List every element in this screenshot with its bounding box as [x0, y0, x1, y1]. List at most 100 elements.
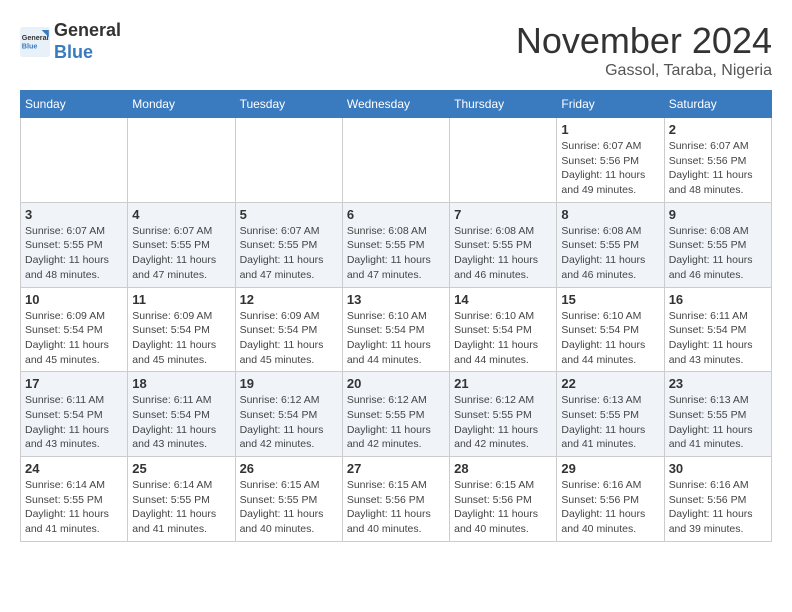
calendar-cell	[450, 118, 557, 203]
calendar-cell: 13 Sunrise: 6:10 AM Sunset: 5:54 PM Dayli…	[342, 287, 449, 372]
calendar-cell: 20 Sunrise: 6:12 AM Sunset: 5:55 PM Dayli…	[342, 372, 449, 457]
page-header: GeneralBlue General Blue November 2024 G…	[20, 20, 772, 80]
calendar-cell: 7 Sunrise: 6:08 AM Sunset: 5:55 PM Daylig…	[450, 202, 557, 287]
day-number: 9	[669, 207, 767, 222]
header-row: SundayMondayTuesdayWednesdayThursdayFrid…	[21, 91, 772, 118]
calendar-cell: 6 Sunrise: 6:08 AM Sunset: 5:55 PM Daylig…	[342, 202, 449, 287]
day-info: Sunrise: 6:09 AM Sunset: 5:54 PM Dayligh…	[132, 309, 230, 368]
calendar-cell: 10 Sunrise: 6:09 AM Sunset: 5:54 PM Dayli…	[21, 287, 128, 372]
title-block: November 2024 Gassol, Taraba, Nigeria	[516, 20, 772, 80]
day-info: Sunrise: 6:16 AM Sunset: 5:56 PM Dayligh…	[669, 478, 767, 537]
calendar-cell: 4 Sunrise: 6:07 AM Sunset: 5:55 PM Daylig…	[128, 202, 235, 287]
svg-text:General: General	[22, 33, 49, 42]
day-info: Sunrise: 6:08 AM Sunset: 5:55 PM Dayligh…	[454, 224, 552, 283]
day-number: 29	[561, 461, 659, 476]
calendar-cell: 27Sunrise: 6:15 AM Sunset: 5:56 PM Dayli…	[342, 457, 449, 542]
day-info: Sunrise: 6:10 AM Sunset: 5:54 PM Dayligh…	[454, 309, 552, 368]
header-friday: Friday	[557, 91, 664, 118]
calendar-cell: 5 Sunrise: 6:07 AM Sunset: 5:55 PM Daylig…	[235, 202, 342, 287]
calendar-header: SundayMondayTuesdayWednesdayThursdayFrid…	[21, 91, 772, 118]
day-info: Sunrise: 6:08 AM Sunset: 5:55 PM Dayligh…	[669, 224, 767, 283]
calendar-cell: 23 Sunrise: 6:13 AM Sunset: 5:55 PM Dayli…	[664, 372, 771, 457]
svg-text:Blue: Blue	[22, 41, 38, 50]
day-info: Sunrise: 6:14 AM Sunset: 5:55 PM Dayligh…	[132, 478, 230, 537]
header-sunday: Sunday	[21, 91, 128, 118]
header-thursday: Thursday	[450, 91, 557, 118]
day-info: Sunrise: 6:09 AM Sunset: 5:54 PM Dayligh…	[25, 309, 123, 368]
day-number: 18	[132, 376, 230, 391]
calendar-table: SundayMondayTuesdayWednesdayThursdayFrid…	[20, 90, 772, 542]
day-number: 13	[347, 292, 445, 307]
day-number: 23	[669, 376, 767, 391]
day-info: Sunrise: 6:14 AM Sunset: 5:55 PM Dayligh…	[25, 478, 123, 537]
day-number: 21	[454, 376, 552, 391]
calendar-body: 1 Sunrise: 6:07 AM Sunset: 5:56 PM Daylig…	[21, 118, 772, 542]
calendar-cell: 25Sunrise: 6:14 AM Sunset: 5:55 PM Dayli…	[128, 457, 235, 542]
logo-general-text: General	[54, 20, 121, 40]
header-monday: Monday	[128, 91, 235, 118]
day-info: Sunrise: 6:16 AM Sunset: 5:56 PM Dayligh…	[561, 478, 659, 537]
logo: GeneralBlue General Blue	[20, 20, 121, 63]
day-info: Sunrise: 6:08 AM Sunset: 5:55 PM Dayligh…	[561, 224, 659, 283]
day-number: 19	[240, 376, 338, 391]
day-info: Sunrise: 6:10 AM Sunset: 5:54 PM Dayligh…	[561, 309, 659, 368]
day-info: Sunrise: 6:07 AM Sunset: 5:55 PM Dayligh…	[132, 224, 230, 283]
day-info: Sunrise: 6:13 AM Sunset: 5:55 PM Dayligh…	[561, 393, 659, 452]
day-info: Sunrise: 6:08 AM Sunset: 5:55 PM Dayligh…	[347, 224, 445, 283]
week-row-3: 10 Sunrise: 6:09 AM Sunset: 5:54 PM Dayli…	[21, 287, 772, 372]
calendar-cell: 19 Sunrise: 6:12 AM Sunset: 5:54 PM Dayli…	[235, 372, 342, 457]
week-row-2: 3 Sunrise: 6:07 AM Sunset: 5:55 PM Daylig…	[21, 202, 772, 287]
day-number: 4	[132, 207, 230, 222]
day-info: Sunrise: 6:11 AM Sunset: 5:54 PM Dayligh…	[669, 309, 767, 368]
day-number: 11	[132, 292, 230, 307]
calendar-cell: 22Sunrise: 6:13 AM Sunset: 5:55 PM Dayli…	[557, 372, 664, 457]
day-number: 3	[25, 207, 123, 222]
calendar-cell: 24 Sunrise: 6:14 AM Sunset: 5:55 PM Dayli…	[21, 457, 128, 542]
day-number: 24	[25, 461, 123, 476]
day-info: Sunrise: 6:07 AM Sunset: 5:56 PM Dayligh…	[669, 139, 767, 198]
calendar-cell: 11 Sunrise: 6:09 AM Sunset: 5:54 PM Dayli…	[128, 287, 235, 372]
day-number: 10	[25, 292, 123, 307]
day-info: Sunrise: 6:12 AM Sunset: 5:54 PM Dayligh…	[240, 393, 338, 452]
calendar-cell: 28Sunrise: 6:15 AM Sunset: 5:56 PM Dayli…	[450, 457, 557, 542]
day-info: Sunrise: 6:13 AM Sunset: 5:55 PM Dayligh…	[669, 393, 767, 452]
calendar-cell: 18Sunrise: 6:11 AM Sunset: 5:54 PM Dayli…	[128, 372, 235, 457]
day-info: Sunrise: 6:15 AM Sunset: 5:55 PM Dayligh…	[240, 478, 338, 537]
day-info: Sunrise: 6:10 AM Sunset: 5:54 PM Dayligh…	[347, 309, 445, 368]
calendar-cell: 26 Sunrise: 6:15 AM Sunset: 5:55 PM Dayli…	[235, 457, 342, 542]
day-number: 15	[561, 292, 659, 307]
calendar-cell: 1 Sunrise: 6:07 AM Sunset: 5:56 PM Daylig…	[557, 118, 664, 203]
calendar-cell: 8Sunrise: 6:08 AM Sunset: 5:55 PM Daylig…	[557, 202, 664, 287]
calendar-cell: 16 Sunrise: 6:11 AM Sunset: 5:54 PM Dayli…	[664, 287, 771, 372]
week-row-5: 24 Sunrise: 6:14 AM Sunset: 5:55 PM Dayli…	[21, 457, 772, 542]
day-number: 30	[669, 461, 767, 476]
day-number: 7	[454, 207, 552, 222]
calendar-cell: 29 Sunrise: 6:16 AM Sunset: 5:56 PM Dayli…	[557, 457, 664, 542]
calendar-cell	[128, 118, 235, 203]
day-info: Sunrise: 6:07 AM Sunset: 5:56 PM Dayligh…	[561, 139, 659, 198]
day-info: Sunrise: 6:15 AM Sunset: 5:56 PM Dayligh…	[347, 478, 445, 537]
calendar-cell: 21Sunrise: 6:12 AM Sunset: 5:55 PM Dayli…	[450, 372, 557, 457]
day-info: Sunrise: 6:11 AM Sunset: 5:54 PM Dayligh…	[25, 393, 123, 452]
calendar-cell	[342, 118, 449, 203]
day-info: Sunrise: 6:07 AM Sunset: 5:55 PM Dayligh…	[25, 224, 123, 283]
calendar-cell: 30 Sunrise: 6:16 AM Sunset: 5:56 PM Dayli…	[664, 457, 771, 542]
calendar-cell: 15 Sunrise: 6:10 AM Sunset: 5:54 PM Dayli…	[557, 287, 664, 372]
calendar-cell	[21, 118, 128, 203]
calendar-cell	[235, 118, 342, 203]
location-subtitle: Gassol, Taraba, Nigeria	[516, 62, 772, 80]
day-number: 20	[347, 376, 445, 391]
day-number: 2	[669, 122, 767, 137]
day-info: Sunrise: 6:12 AM Sunset: 5:55 PM Dayligh…	[347, 393, 445, 452]
day-number: 5	[240, 207, 338, 222]
day-number: 26	[240, 461, 338, 476]
day-info: Sunrise: 6:09 AM Sunset: 5:54 PM Dayligh…	[240, 309, 338, 368]
day-number: 16	[669, 292, 767, 307]
day-info: Sunrise: 6:15 AM Sunset: 5:56 PM Dayligh…	[454, 478, 552, 537]
day-info: Sunrise: 6:07 AM Sunset: 5:55 PM Dayligh…	[240, 224, 338, 283]
day-number: 1	[561, 122, 659, 137]
day-number: 12	[240, 292, 338, 307]
week-row-1: 1 Sunrise: 6:07 AM Sunset: 5:56 PM Daylig…	[21, 118, 772, 203]
month-title: November 2024	[516, 20, 772, 62]
day-number: 6	[347, 207, 445, 222]
